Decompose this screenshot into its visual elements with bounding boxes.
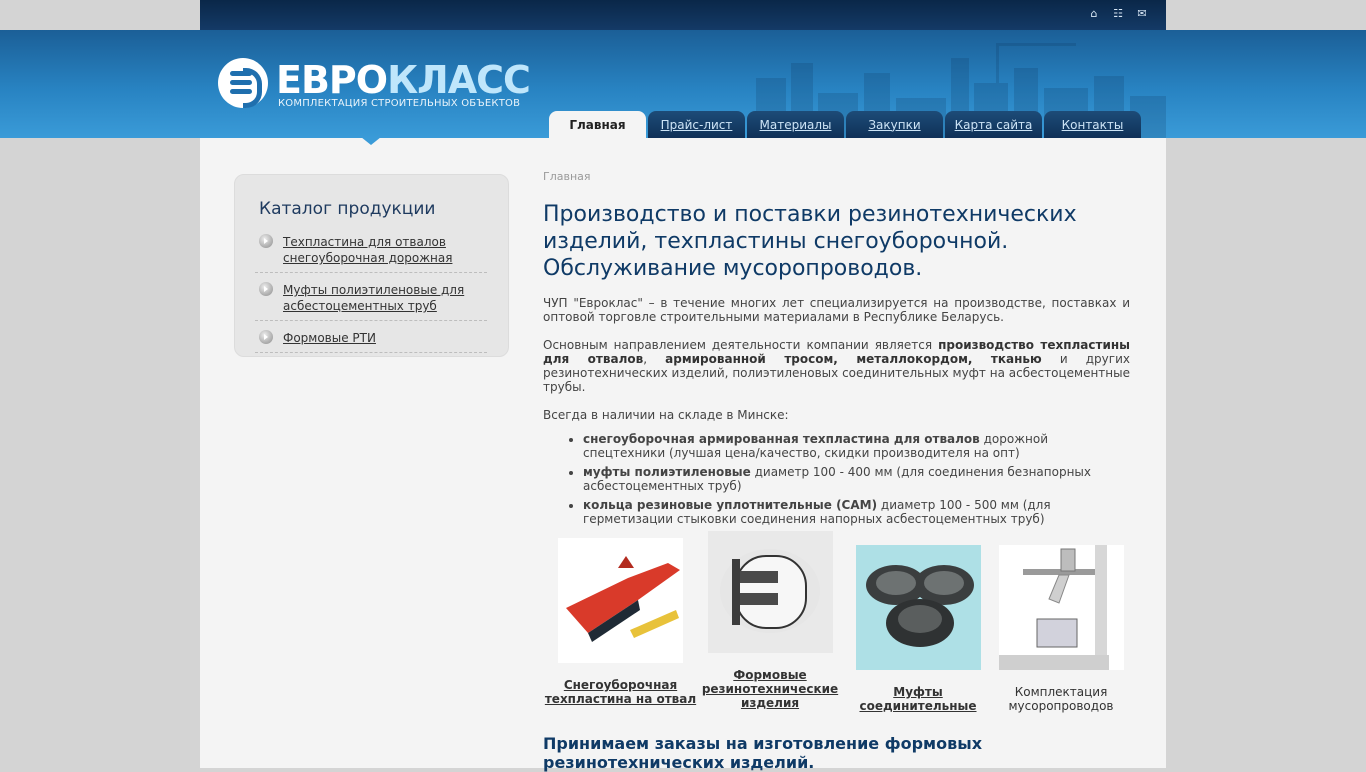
direction-paragraph: Основным направлением деятельности компа… xyxy=(543,338,1130,394)
sitemap-icon[interactable]: ☷ xyxy=(1112,8,1124,20)
direction-mid: , xyxy=(643,352,666,366)
garbage-chute-image xyxy=(998,545,1124,670)
tab-price-list[interactable]: Прайс-лист xyxy=(648,111,745,138)
header-notch xyxy=(361,137,381,145)
product-card-chutes: Комплектация мусоропроводов xyxy=(991,545,1131,713)
orders-heading: Принимаем заказы на изготовление формовы… xyxy=(543,734,983,772)
logo-mark-icon xyxy=(218,58,268,108)
main-content: Главная Производство и поставки резиноте… xyxy=(543,170,1130,531)
intro-paragraph: ЧУП "Евроклас" – в течение многих лет сп… xyxy=(543,296,1130,324)
tab-sitemap[interactable]: Карта сайта xyxy=(945,111,1042,138)
tab-materials[interactable]: Материалы xyxy=(747,111,844,138)
stock-intro: Всегда в наличии на складе в Минске: xyxy=(543,408,789,422)
sidebar-title: Каталог продукции xyxy=(259,199,436,219)
page-body: Каталог продукции Техпластина для отвало… xyxy=(200,137,1166,772)
product-card-rubber[interactable]: Формовые резинотехнические изделия xyxy=(700,531,840,710)
product-caption[interactable]: Формовые резинотехнические изделия xyxy=(700,668,840,710)
mail-icon[interactable]: ✉ xyxy=(1136,8,1148,20)
logo[interactable]: ЕВРОКЛАСС КОМПЛЕКТАЦИЯ СТРОИТЕЛЬНЫХ ОБЪЕ… xyxy=(218,58,531,109)
product-caption[interactable]: Муфты соединительные xyxy=(848,685,988,713)
stock-item-bold: снегоуборочная армированная техпластина … xyxy=(583,432,980,446)
tab-home[interactable]: Главная xyxy=(549,111,646,138)
stock-list: снегоуборочная армированная техпластина … xyxy=(583,432,1130,526)
catalog-item-snowplow-plate[interactable]: Техпластина для отвалов снегоуборочная д… xyxy=(255,231,487,273)
arrow-bullet-icon xyxy=(259,282,273,296)
logo-name: ЕВРОКЛАСС xyxy=(276,58,531,102)
couplings-image[interactable] xyxy=(855,545,981,670)
arrow-bullet-icon xyxy=(259,330,273,344)
rubber-rings-image[interactable] xyxy=(707,531,833,653)
tab-purchases[interactable]: Закупки xyxy=(846,111,943,138)
product-caption: Комплектация мусоропроводов xyxy=(1008,685,1114,713)
main-nav: Главная Прайс-лист Материалы Закупки Кар… xyxy=(549,111,1141,138)
product-card-snowplow[interactable]: Снегоуборочная техпластина на отвал xyxy=(543,538,698,706)
tab-contacts[interactable]: Контакты xyxy=(1044,111,1141,138)
catalog-item-molded-rti[interactable]: Формовые РТИ xyxy=(255,327,487,353)
logo-part1: ЕВРО xyxy=(276,58,388,102)
direction-prefix: Основным направлением деятельности компа… xyxy=(543,338,939,352)
logo-text: ЕВРОКЛАСС КОМПЛЕКТАЦИЯ СТРОИТЕЛЬНЫХ ОБЪЕ… xyxy=(276,58,531,109)
catalog-sidebar: Каталог продукции Техпластина для отвало… xyxy=(234,174,509,357)
products-gallery: Снегоуборочная техпластина на отвал Форм… xyxy=(543,531,1133,718)
direction-bold-2: армированной тросом, металлокордом, ткан… xyxy=(665,352,1042,366)
breadcrumb: Главная xyxy=(543,170,591,183)
logo-part2: КЛАСС xyxy=(387,58,531,102)
catalog-item-label[interactable]: Техпластина для отвалов снегоуборочная д… xyxy=(283,234,487,266)
arrow-bullet-icon xyxy=(259,234,273,248)
top-icons: ⌂ ☷ ✉ xyxy=(1088,8,1148,20)
snowplow-blade-image[interactable] xyxy=(558,538,683,663)
logo-subtitle: КОМПЛЕКТАЦИЯ СТРОИТЕЛЬНЫХ ОБЪЕКТОВ xyxy=(278,98,521,109)
page-title: Производство и поставки резинотехнически… xyxy=(543,202,1077,281)
catalog-item-label[interactable]: Муфты полиэтиленовые для асбестоцементны… xyxy=(283,282,487,314)
product-card-couplings[interactable]: Муфты соединительные xyxy=(848,545,988,713)
catalog-item-couplings[interactable]: Муфты полиэтиленовые для асбестоцементны… xyxy=(255,279,487,321)
stock-item: муфты полиэтиленовые диаметр 100 - 400 м… xyxy=(583,465,1130,493)
product-caption[interactable]: Снегоуборочная техпластина на отвал xyxy=(543,678,698,706)
stock-item: кольца резиновые уплотнительные (САМ) ди… xyxy=(583,498,1130,526)
stock-item-bold: кольца резиновые уплотнительные (САМ) xyxy=(583,498,878,512)
home-icon[interactable]: ⌂ xyxy=(1088,8,1100,20)
catalog-list: Техпластина для отвалов снегоуборочная д… xyxy=(255,231,487,359)
stock-item-bold: муфты полиэтиленовые xyxy=(583,465,751,479)
catalog-item-label[interactable]: Формовые РТИ xyxy=(283,330,376,346)
stock-item: снегоуборочная армированная техпластина … xyxy=(583,432,1130,460)
top-bar-inner: ⌂ ☷ ✉ xyxy=(200,0,1166,30)
top-bar: ⌂ ☷ ✉ xyxy=(0,0,1366,30)
